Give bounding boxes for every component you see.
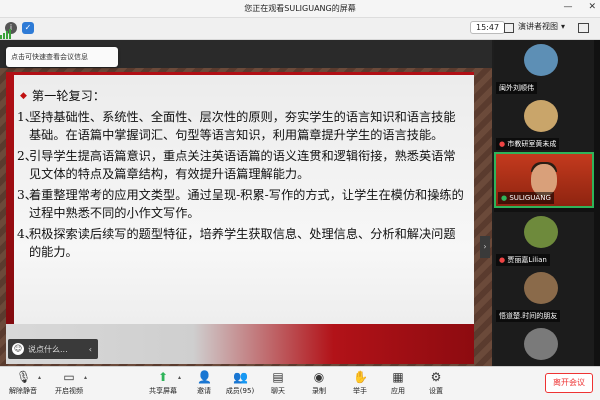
avatar bbox=[524, 272, 558, 304]
slide-heading: 第一轮复习： bbox=[31, 89, 106, 103]
window-title: 您正在观看SULIGUANG的屏幕 bbox=[244, 4, 356, 13]
avatar bbox=[524, 44, 558, 76]
avatar bbox=[524, 100, 558, 132]
slide-item: 3、 着重整理常考的应用文类型。通过呈现-积累-写作的方式，让学生在模仿和操练的… bbox=[12, 186, 467, 222]
panel-toggle-arrow[interactable]: › bbox=[480, 236, 490, 258]
meeting-info-tooltip: 点击可快速查看会议信息 bbox=[6, 47, 118, 67]
participant-name: ● 贾丽嘉Lilian bbox=[496, 254, 550, 266]
avatar bbox=[524, 216, 558, 248]
participant-name-text: 贾丽嘉Lilian bbox=[507, 256, 547, 264]
apps-button[interactable]: ▦ 应用 bbox=[377, 370, 419, 396]
participant-panel: 闽外刘顺伟 ● 市教研室黄未成 ● SULIGUANG ● 贾丽嘉Lilian … bbox=[494, 40, 600, 366]
members-button[interactable]: 👥 成员(95) bbox=[219, 370, 261, 396]
chat-label: 聊天 bbox=[271, 387, 285, 395]
record-button[interactable]: ◉ 录制 bbox=[298, 370, 340, 396]
invite-label: 邀请 bbox=[197, 387, 211, 395]
invite-icon: 👤 bbox=[197, 370, 212, 384]
hand-icon: ✋ bbox=[353, 370, 368, 384]
chat-button[interactable]: ▤ 聊天 bbox=[257, 370, 299, 396]
record-label: 录制 bbox=[312, 387, 326, 395]
participant-name: ● 市教研室黄未成 bbox=[496, 138, 560, 150]
members-icon: 👥 bbox=[233, 370, 248, 384]
participant-tile[interactable]: ● 市教研室黄未成 bbox=[494, 96, 594, 152]
emoji-icon[interactable]: ☺ bbox=[12, 343, 24, 355]
apps-label: 应用 bbox=[391, 387, 405, 395]
speaker-view-label: 演讲者视图 bbox=[518, 22, 558, 31]
chat-icon: ▤ bbox=[272, 370, 284, 384]
participant-tile[interactable]: 悟道楚.时间的朋友 bbox=[494, 268, 594, 324]
chat-placeholder: 说点什么... bbox=[28, 344, 68, 354]
raise-hand-button[interactable]: ✋ 举手 bbox=[339, 370, 381, 396]
item-text: 坚持基础性、系统性、全面性、层次性的原则，夯实学生的语言知识和语言技能基础。在语… bbox=[29, 110, 456, 142]
raise-hand-label: 举手 bbox=[353, 387, 367, 395]
slide-item: 2、 引导学生提高语篇意识，重点关注英语语篇的语义连贯和逻辑衔接，熟悉英语常见文… bbox=[12, 147, 467, 183]
camera-off-icon: ▭ bbox=[63, 370, 75, 384]
chevron-down-icon: ▾ bbox=[561, 22, 566, 31]
unmute-label: 解除静音 bbox=[9, 387, 37, 395]
participant-tile[interactable]: 闽外刘顺伟 bbox=[494, 40, 594, 96]
item-number: 3、 bbox=[17, 188, 37, 202]
item-text: 着重整理常考的应用文类型。通过呈现-积累-写作的方式，让学生在模仿和操练的过程中… bbox=[29, 188, 464, 220]
start-video-button[interactable]: ▭ 开启视频 ▴ bbox=[48, 370, 90, 396]
participant-name: ● SULIGUANG bbox=[498, 192, 554, 204]
meeting-topbar: i ✓ 15:47 演讲者视图 ▾ bbox=[0, 18, 600, 40]
grid-view-icon[interactable] bbox=[504, 23, 514, 33]
slide-item: 1、 坚持基础性、系统性、全面性、层次性的原则，夯实学生的语言知识和语言技能基础… bbox=[12, 108, 467, 144]
slide-heading-row: ◆ 第一轮复习： bbox=[20, 87, 467, 105]
item-text: 引导学生提高语篇意识，重点关注英语语篇的语义连贯和逻辑衔接，熟悉英语常见文体的特… bbox=[29, 149, 456, 181]
participant-name: 悟道楚.时间的朋友 bbox=[496, 310, 561, 322]
chevron-up-icon[interactable]: ▴ bbox=[84, 374, 87, 381]
microphone-muted-icon: 🎙 bbox=[16, 370, 32, 384]
participant-tile[interactable]: ● 贾丽嘉Lilian bbox=[494, 212, 594, 268]
share-screen-label: 共享屏幕 bbox=[149, 387, 177, 395]
minimize-button[interactable]: — bbox=[563, 2, 572, 12]
unmute-button[interactable]: 🎙 解除静音 ▴ bbox=[2, 370, 44, 396]
settings-button[interactable]: ⚙ 设置 bbox=[415, 370, 457, 396]
members-label: 成员(95) bbox=[225, 387, 255, 395]
gear-icon: ⚙ bbox=[430, 370, 442, 384]
quick-chat-bar[interactable]: ☺ 说点什么... ‹ bbox=[8, 339, 98, 359]
settings-label: 设置 bbox=[429, 387, 443, 395]
start-video-label: 开启视频 bbox=[55, 387, 83, 395]
item-text: 积极探索读后续写的题型特征，培养学生获取信息、处理信息、分析和解决问题的能力。 bbox=[29, 227, 456, 259]
item-number: 1、 bbox=[17, 110, 37, 124]
item-number: 4、 bbox=[17, 227, 37, 241]
speaker-view-button[interactable]: 演讲者视图 ▾ bbox=[518, 21, 565, 32]
window-titlebar: 您正在观看SULIGUANG的屏幕 — ✕ bbox=[0, 0, 600, 18]
window-controls: — ✕ bbox=[563, 2, 596, 12]
meeting-timer: 15:47 bbox=[470, 21, 506, 34]
apps-grid-icon: ▦ bbox=[392, 370, 404, 384]
avatar bbox=[524, 328, 558, 360]
mic-icon: ● bbox=[501, 194, 508, 202]
leave-meeting-button[interactable]: 离开会议 bbox=[545, 373, 593, 393]
bullet-diamond-icon: ◆ bbox=[20, 91, 27, 101]
mic-muted-icon: ● bbox=[499, 256, 506, 264]
slide-item: 4、 积极探索读后续写的题型特征，培养学生获取信息、处理信息、分析和解决问题的能… bbox=[12, 225, 467, 261]
share-screen-icon: ⬆ bbox=[157, 370, 169, 384]
fullscreen-icon[interactable] bbox=[578, 23, 589, 33]
participant-tile-speaker[interactable]: ● SULIGUANG bbox=[494, 152, 594, 208]
shared-screen: ◆ 第一轮复习： 1、 坚持基础性、系统性、全面性、层次性的原则，夯实学生的语言… bbox=[0, 40, 492, 366]
chevron-up-icon[interactable]: ▴ bbox=[38, 374, 41, 381]
slide-content: ◆ 第一轮复习： 1、 坚持基础性、系统性、全面性、层次性的原则，夯实学生的语言… bbox=[12, 87, 467, 261]
record-icon: ◉ bbox=[313, 370, 325, 384]
share-screen-button[interactable]: ⬆ 共享屏幕 ▴ bbox=[142, 370, 184, 396]
meeting-toolbar: 🎙 解除静音 ▴ ▭ 开启视频 ▴ ⬆ 共享屏幕 ▴ 👤 邀请 👥 成员(95)… bbox=[0, 366, 600, 400]
collapse-chevron-icon[interactable]: ‹ bbox=[89, 345, 92, 354]
shield-icon[interactable]: ✓ bbox=[22, 22, 34, 34]
participant-name-text: 市教研室黄未成 bbox=[507, 140, 557, 148]
participant-tile[interactable] bbox=[494, 324, 594, 366]
participant-name-text: SULIGUANG bbox=[509, 194, 551, 202]
close-button[interactable]: ✕ bbox=[588, 2, 596, 12]
chevron-up-icon[interactable]: ▴ bbox=[178, 374, 181, 381]
item-number: 2、 bbox=[17, 149, 37, 163]
mic-muted-icon: ● bbox=[499, 140, 506, 148]
participant-name: 闽外刘顺伟 bbox=[496, 82, 537, 94]
